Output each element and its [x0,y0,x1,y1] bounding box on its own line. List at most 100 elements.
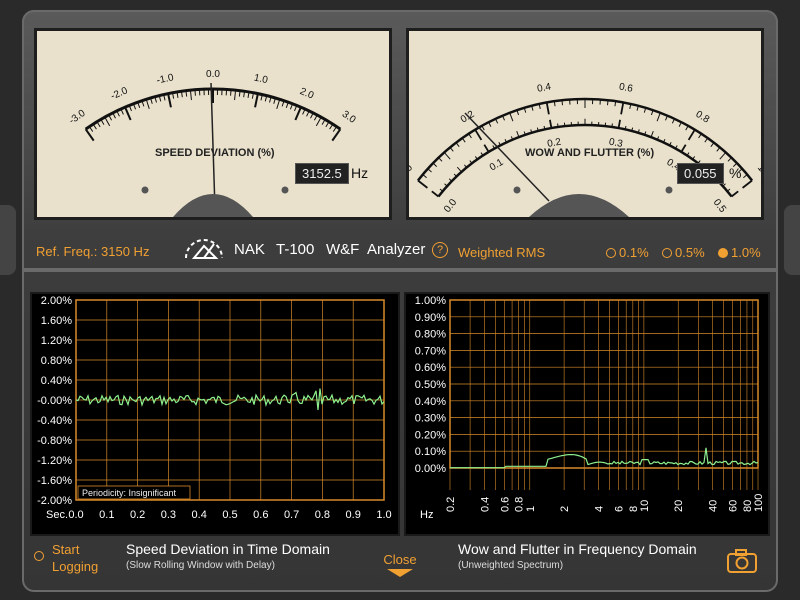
x-tick-label: 10 [639,500,651,512]
camera-icon[interactable] [726,548,758,574]
time-domain-graph: 2.00% 1.60% 1.20% 0.80% 0.40% -0.00% -0.40% -0.… [30,292,400,536]
outer-scale-label: 0.6 [618,82,634,95]
meter-tick [294,106,302,121]
meter-tick [276,99,281,109]
x-tick-label: 20 [673,500,685,512]
speed-deviation-meter-face: -3.0 -2.0 -1.0 0.0 1.0 2.0 3.0 [67,69,358,217]
wow-flutter-title: WOW AND FLUTTER (%) [525,147,655,159]
wow-flutter-meter: 0.0 0.2 0.4 0.6 0.8 1.0 0.0 0.1 0.2 0.3 0.4 0.5 WOW… [406,28,764,220]
x-tick-label: 100 [753,494,765,512]
start-logging-label-1: Start [52,542,80,557]
brand-label: NAK [234,241,265,258]
outer-tick [704,137,709,143]
outer-scale-label: 0.8 [694,109,712,126]
x-tick-label: 0.2 [445,497,457,512]
y-tick-label: 0.90% [415,312,446,324]
inner-tick [549,119,553,129]
speed-deviation-meter: -3.0 -2.0 -1.0 0.0 1.0 2.0 3.0 SPEED DEVIATION… [34,28,392,220]
outer-tick [719,152,727,160]
meter-tick [167,93,172,108]
outer-tick [742,179,753,189]
y-tick-label: -0.80% [37,435,72,447]
meter-screw [665,186,673,194]
inner-tick [617,119,621,129]
meter-scale-label: -2.0 [109,85,130,102]
side-tab-right [784,205,800,275]
frequency-domain-subtitle: (Unweighted Spectrum) [458,560,564,571]
outer-tick [417,179,428,189]
inner-tick [456,166,462,173]
frequency-unit: Hz [351,165,369,181]
x-axis-label: Hz [420,509,433,521]
inner-scale-arc [437,123,733,198]
x-tick-label: 0.4 [192,509,207,521]
gauge-icon [185,239,223,259]
inner-tick [611,123,613,128]
analyzer-label: Analyzer [367,241,426,258]
meter-tick [329,123,334,130]
outer-tick [455,142,460,147]
y-tick-label: 0.00% [415,463,446,475]
wow-flutter-unit: % [729,165,742,181]
outer-tick [727,157,732,162]
y-tick-label: 0.30% [415,413,446,425]
inner-scale-label: 0.1 [488,157,506,174]
meter-screw [281,186,289,194]
y-tick-label: -1.20% [37,455,72,467]
divider [22,268,778,272]
range-option-0-5[interactable]: 0.5% [662,245,705,260]
outer-tick [432,162,438,167]
x-tick-label: 0.0 [68,509,83,521]
meter-scale-label: 3.0 [340,109,358,126]
y-tick-label: 0.50% [415,379,446,391]
y-tick-label: 1.20% [41,335,72,347]
x-tick-label: 0.1 [99,509,114,521]
y-tick-label: 0.70% [415,345,446,357]
outer-tick [687,129,696,141]
inner-scale-label: 0.5 [711,197,728,215]
frequency-domain-plot: 1.00% 0.90% 0.80% 0.70% 0.60% 0.50% 0.40% 0.30%… [415,295,765,521]
meter-screw [141,186,149,194]
meter-tick [189,90,192,101]
time-domain-title: Speed Deviation in Time Domain [126,541,330,557]
x-tick-label: 40 [708,500,720,512]
y-tick-label: -0.00% [37,395,72,407]
range-option-1-0[interactable]: 1.0% [718,245,761,260]
meter-tick [124,106,132,121]
outer-tick [545,102,550,115]
logging-radio-icon [34,551,44,561]
help-button[interactable]: ? [432,242,448,258]
range-option-0-1[interactable]: 0.1% [606,245,649,260]
inner-tick [731,190,739,198]
inner-tick [431,190,439,198]
outer-tick [710,142,715,147]
close-button[interactable]: Close [378,552,422,582]
speed-deviation-title: SPEED DEVIATION (%) [155,147,275,159]
y-tick-label: 1.60% [41,315,72,327]
y-tick-label: 0.80% [41,355,72,367]
meter-tick [315,116,322,127]
meter-tick [92,123,97,130]
outer-tick [438,157,443,162]
x-tick-label: 1 [525,506,537,512]
start-logging-button[interactable]: Start Logging [34,542,104,576]
needle-pivot-cover [529,194,629,217]
inner-tick [680,144,687,153]
model-label: T-100 [276,241,315,258]
x-tick-label: 0.2 [130,509,145,521]
outer-tick [449,147,454,152]
x-tick-label: 4 [593,506,605,512]
periodicity-label: Periodicity: Insignificant [82,488,177,498]
radio-icon [606,248,616,258]
product-label: W&F [326,241,360,258]
time-domain-plot: 2.00% 1.60% 1.20% 0.80% 0.40% -0.00% -0.40% -0.… [37,295,392,521]
weighting-label: Weighted RMS [458,245,546,260]
wow-flutter-spectrum [450,447,759,469]
outer-tick [620,102,625,115]
y-tick-label: 0.10% [415,446,446,458]
x-tick-label: 0.3 [161,509,176,521]
meter-scale-label: -1.0 [156,72,176,86]
outer-scale-label: 0.0 [409,162,415,180]
meter-tick [104,116,111,127]
y-tick-label: 0.60% [415,362,446,374]
